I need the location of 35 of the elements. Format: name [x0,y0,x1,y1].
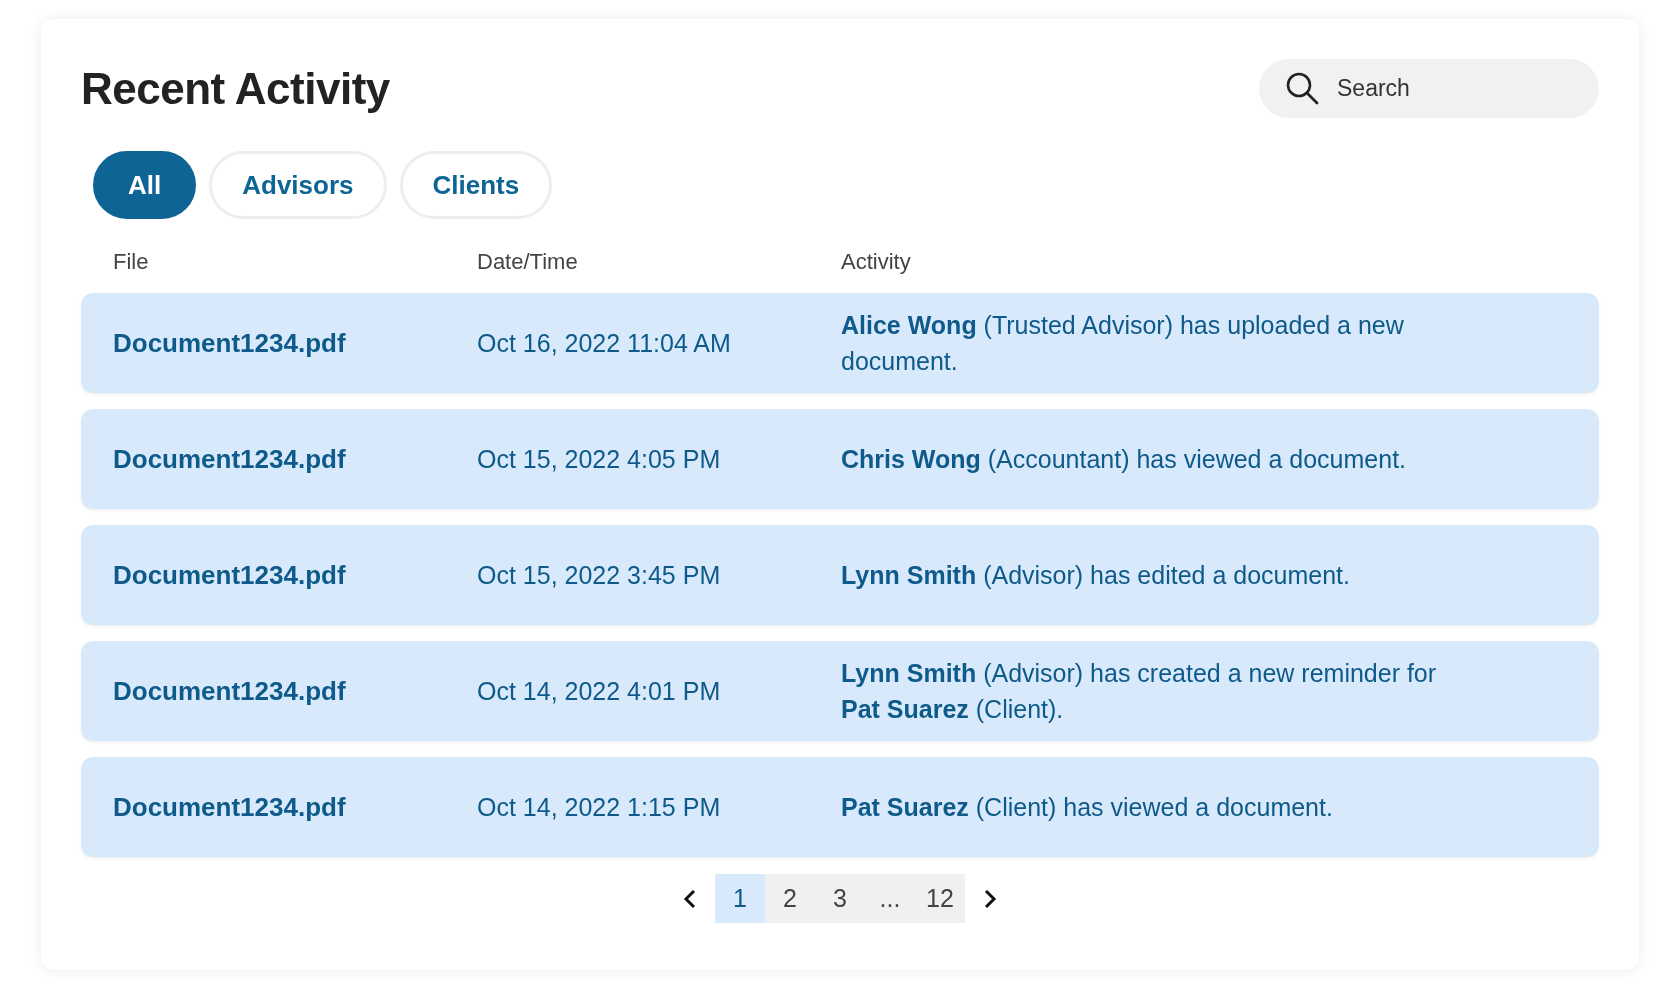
activity-row[interactable]: Document1234.pdf Oct 15, 2022 3:45 PM Lynn Smith (Advisor) has edited a document. [81,525,1599,625]
page-number[interactable]: ... [865,874,915,923]
activity-text: Alice Wong (Trusted Advisor) has uploaded a new document. [841,310,1405,377]
page-title: Recent Activity [81,63,390,114]
date-time: Oct 15, 2022 3:45 PM [477,560,722,590]
chevron-right-icon[interactable] [983,888,997,909]
date-time: Oct 15, 2022 4:05 PM [477,444,722,474]
column-header: Date/Time [477,249,579,275]
file-name: Document1234.pdf [113,327,347,359]
file-name: Document1234.pdf [113,559,347,591]
page-number[interactable]: 2 [765,874,815,923]
activity-row[interactable]: Document1234.pdf Oct 15, 2022 4:05 PM Chris Wong (Accountant) has viewed a document. [81,409,1599,509]
chevron-left-icon[interactable] [683,888,697,909]
filter-tab[interactable]: Clients [399,151,553,219]
date-time: Oct 16, 2022 11:04 AM [477,328,732,358]
column-header: File [113,249,150,275]
date-time: Oct 14, 2022 1:15 PM [477,792,722,822]
activity-text: Lynn Smith (Advisor) has created a new reminder for Pat Suarez (Client). [841,658,1438,725]
activity-row[interactable]: Document1234.pdf Oct 14, 2022 1:15 PM Pat Suarez (Client) has viewed a document. [81,757,1599,857]
page-number[interactable]: 1 [715,874,765,923]
activity-text: Chris Wong (Accountant) has viewed a document. [841,444,1408,475]
activity-text: Lynn Smith (Advisor) has edited a document. [841,560,1351,591]
page-number[interactable]: 3 [815,874,865,923]
file-name: Document1234.pdf [113,675,347,707]
search-field[interactable]: Search [1259,59,1599,118]
file-name: Document1234.pdf [113,791,347,823]
date-time: Oct 14, 2022 4:01 PM [477,676,722,706]
filter-tab[interactable]: Advisors [209,151,387,219]
column-header: Activity [841,249,912,275]
filter-tab[interactable]: All [93,151,197,219]
activity-row[interactable]: Document1234.pdf Oct 16, 2022 11:04 AM Alice Wong (Trusted Advisor) has uploaded a new document. [81,293,1599,393]
file-name: Document1234.pdf [113,443,347,475]
activity-row[interactable]: Document1234.pdf Oct 14, 2022 4:01 PM Lynn Smith (Advisor) has created a new reminder for Pat Suarez (Client). [81,641,1599,741]
activity-text: Pat Suarez (Client) has viewed a document. [841,792,1334,823]
page-number[interactable]: 12 [915,874,965,923]
